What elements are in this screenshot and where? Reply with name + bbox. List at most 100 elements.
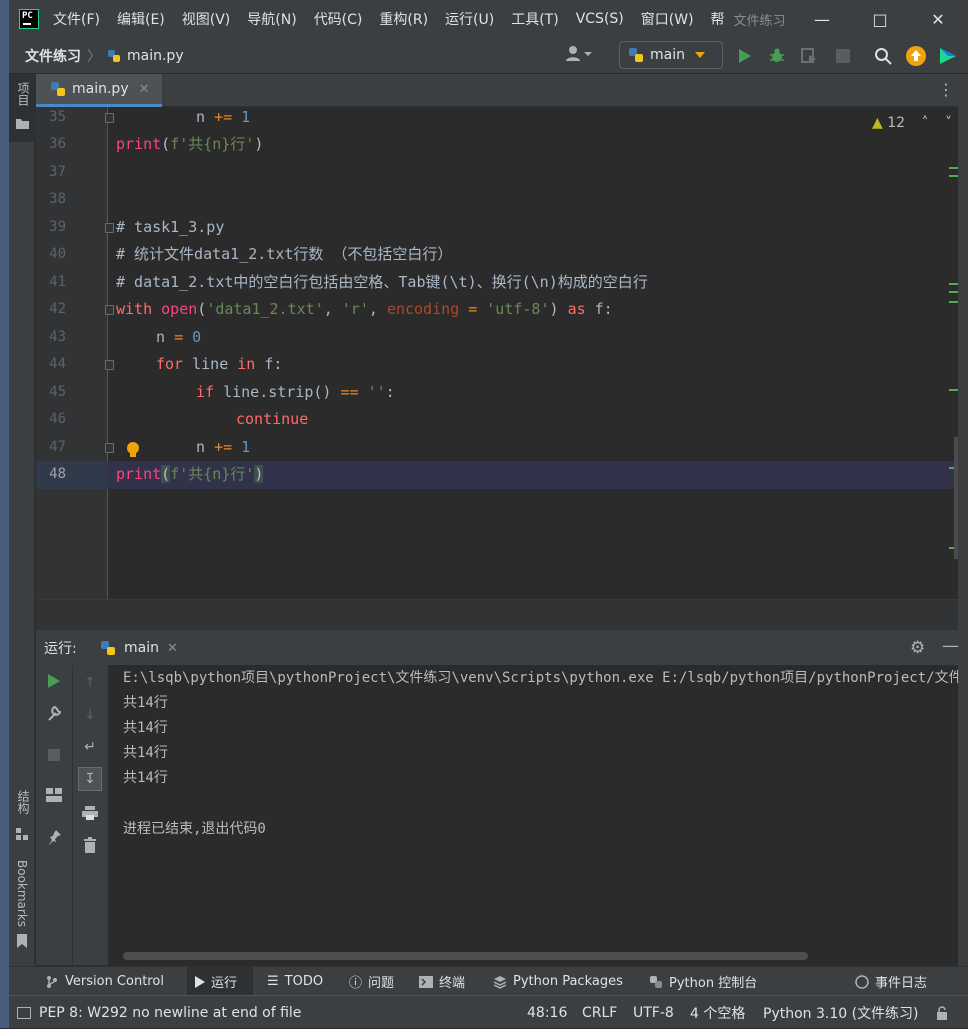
project-tool-button[interactable]: 项目 (9, 74, 35, 142)
run-config-selector[interactable]: main (619, 41, 723, 69)
menu-refactor[interactable]: 重构(R) (379, 9, 428, 29)
inspection-widget[interactable]: ▲ 12 ˄ ˅ (872, 115, 952, 131)
code-line-39: # task1_3.py (116, 218, 225, 236)
menu-file[interactable]: 文件(F) (53, 9, 100, 29)
layout-icon[interactable] (44, 785, 64, 805)
tool-problems-label: 问题 (368, 976, 395, 991)
code-editor[interactable]: 35 36 37 38 39 40 41 42 43 44 45 46 47 4… (36, 107, 958, 599)
debug-icon[interactable] (767, 46, 787, 66)
fold-marker-icon[interactable] (105, 443, 114, 453)
caret-position[interactable]: 48:16 (527, 996, 567, 1029)
interpreter-selector[interactable]: Python 3.10 (文件练习) (763, 996, 919, 1029)
editor-tab-row: main.py ✕ ⋮ (36, 74, 958, 107)
tool-python-console[interactable]: Python 控制台 (649, 967, 757, 996)
tool-version-control[interactable]: Version Control (45, 967, 164, 996)
stop-icon[interactable] (833, 46, 853, 66)
chevron-down-icon (694, 52, 705, 58)
more-options-icon[interactable]: ⋮ (938, 80, 954, 99)
breadcrumb-file[interactable]: main.py (127, 48, 184, 64)
gear-icon[interactable]: ⚙ (910, 638, 925, 658)
tab-main-py[interactable]: main.py ✕ (36, 74, 162, 107)
tool-problems[interactable]: ⓘ 问题 (349, 967, 394, 996)
breadcrumb-project[interactable]: 文件练习 (25, 46, 81, 66)
menu-navigate[interactable]: 导航(N) (247, 9, 296, 29)
code-line-46: continue (236, 410, 309, 428)
line-number: 48 (49, 466, 66, 482)
soft-wrap-icon[interactable]: ↵ (80, 737, 100, 757)
close-tab-icon[interactable]: ✕ (139, 82, 150, 97)
line-number: 37 (49, 164, 66, 180)
jetbrains-toolbox-icon[interactable] (938, 46, 958, 66)
fold-marker-icon[interactable] (105, 360, 114, 370)
chevron-down-icon[interactable]: ˅ (945, 115, 952, 131)
code-line-43: n = 0 (156, 328, 202, 346)
close-tab-icon[interactable]: ✕ (167, 641, 178, 656)
chevron-up-icon[interactable]: ˄ (922, 115, 929, 131)
lock-icon[interactable] (935, 996, 949, 1029)
file-encoding[interactable]: UTF-8 (633, 996, 674, 1029)
menu-code[interactable]: 代码(C) (314, 9, 363, 29)
stop-icon[interactable] (44, 745, 64, 765)
trash-icon[interactable] (80, 835, 100, 855)
update-icon[interactable] (906, 46, 926, 66)
console-line: 共14行 (123, 770, 168, 786)
menu-vcs[interactable]: VCS(S) (576, 11, 624, 27)
bookmarks-label: Bookmarks (15, 860, 29, 928)
user-icon[interactable] (564, 44, 600, 66)
tool-event-log[interactable]: 事件日志 (855, 967, 927, 996)
fold-marker-icon[interactable] (105, 305, 114, 315)
line-separator[interactable]: CRLF (582, 996, 617, 1029)
close-button[interactable]: ✕ (909, 0, 967, 38)
run-panel-toolbar: ↑ ↓ ↵ ↧ (36, 665, 108, 965)
python-file-icon (51, 82, 65, 96)
menu-help[interactable]: 帮 (711, 9, 725, 29)
menu-view[interactable]: 视图(V) (182, 9, 231, 29)
print-icon[interactable] (80, 803, 100, 823)
arrow-up-icon[interactable]: ↑ (80, 673, 100, 693)
line-number: 40 (49, 246, 66, 262)
minimize-panel-icon[interactable]: — (942, 636, 959, 656)
python-icon (101, 641, 115, 655)
window-title: 文件练习 (733, 13, 786, 29)
status-message[interactable]: PEP 8: W292 no newline at end of file (17, 996, 301, 1029)
scroll-to-end-icon[interactable]: ↧ (78, 767, 102, 791)
menu-run[interactable]: 运行(U) (445, 9, 494, 29)
rerun-icon[interactable] (44, 671, 64, 691)
tool-python-packages[interactable]: Python Packages (493, 967, 623, 996)
editor-bottom-strip (36, 599, 958, 629)
run-config-label: main (650, 47, 685, 63)
tool-terminal[interactable]: 终端 (419, 967, 465, 996)
tab-label: main.py (72, 81, 129, 97)
menu-edit[interactable]: 编辑(E) (117, 9, 165, 29)
minimize-button[interactable]: — (793, 0, 851, 38)
pin-icon[interactable] (44, 827, 64, 847)
search-icon[interactable] (873, 46, 893, 66)
maximize-button[interactable]: □ (851, 0, 909, 38)
menu-tools[interactable]: 工具(T) (511, 9, 558, 29)
console-line: E:\lsqb\python项目\pythonProject\文件练习\venv… (123, 670, 958, 686)
arrow-down-icon[interactable]: ↓ (80, 705, 100, 725)
structure-tool-button[interactable]: 结构 (9, 786, 35, 852)
coverage-icon[interactable] (799, 46, 819, 66)
tool-run[interactable]: 运行 (187, 967, 253, 996)
desktop-edge (0, 0, 9, 1028)
tool-todo[interactable]: ☰ TODO (267, 967, 323, 996)
code-line-42: with open('data1_2.txt', 'r', encoding =… (116, 300, 613, 318)
line-number: 39 (49, 219, 66, 235)
navigation-bar: 文件练习 〉 main.py main (9, 38, 968, 74)
fold-marker-icon[interactable] (105, 113, 114, 123)
python-file-icon (108, 49, 120, 62)
console-horizontal-scrollbar[interactable] (123, 952, 808, 960)
run-panel-label: 运行: (44, 640, 77, 657)
lightbulb-icon[interactable] (126, 441, 140, 459)
code-line-47: n += 1 (196, 438, 251, 456)
indent-setting[interactable]: 4 个空格 (690, 996, 745, 1029)
menu-window[interactable]: 窗口(W) (641, 9, 694, 29)
run-console[interactable]: E:\lsqb\python项目\pythonProject\文件练习\venv… (109, 665, 958, 965)
run-icon[interactable] (735, 46, 755, 66)
wrench-icon[interactable] (44, 703, 64, 723)
bookmarks-tool-button[interactable]: Bookmarks (9, 858, 35, 958)
fold-marker-icon[interactable] (105, 223, 114, 233)
run-tab-main[interactable]: main ✕ (100, 630, 178, 666)
editor-scrollbar[interactable] (954, 437, 958, 559)
